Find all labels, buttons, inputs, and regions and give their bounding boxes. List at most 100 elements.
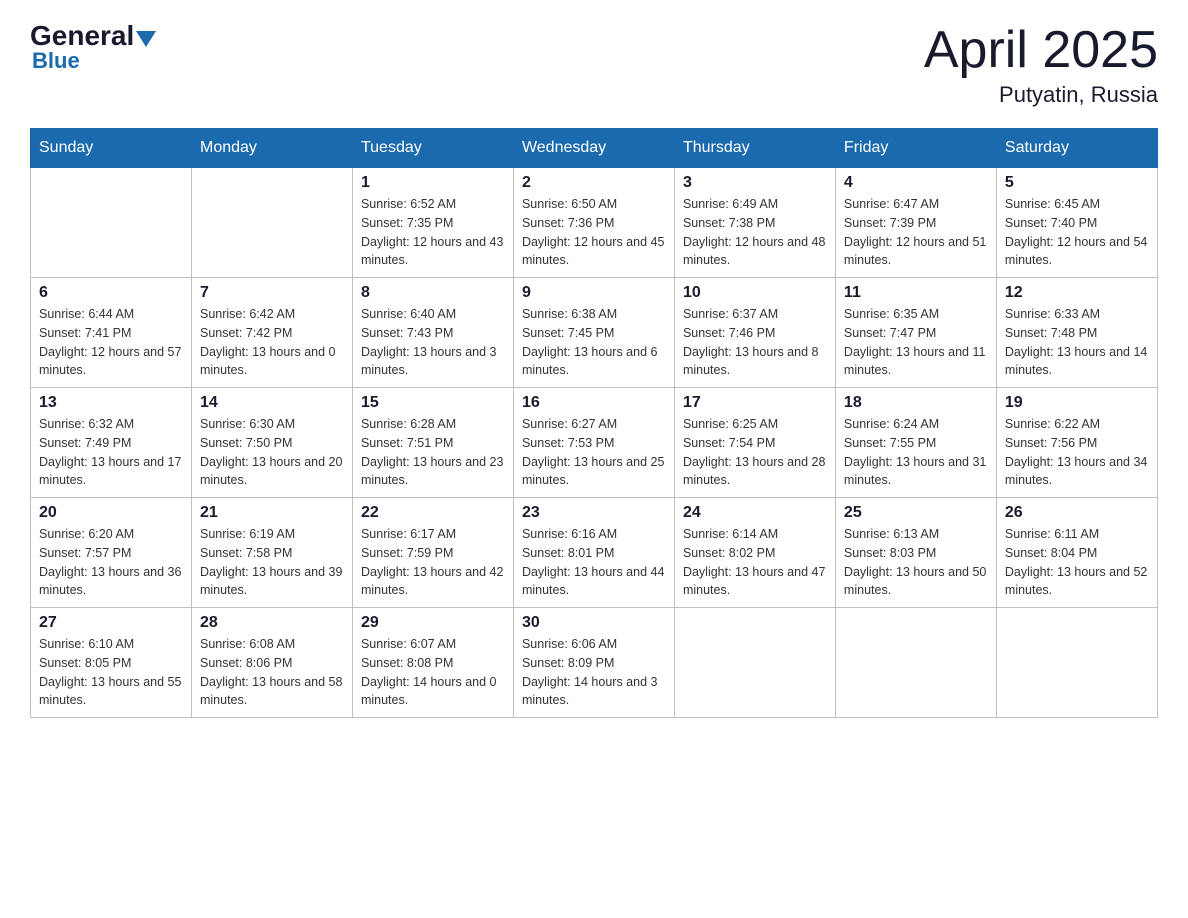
- logo-blue: Blue: [32, 48, 80, 74]
- day-info: Sunrise: 6:14 AMSunset: 8:02 PMDaylight:…: [683, 525, 827, 600]
- day-number: 3: [683, 174, 827, 192]
- day-number: 17: [683, 394, 827, 412]
- calendar-cell: 2Sunrise: 6:50 AMSunset: 7:36 PMDaylight…: [513, 168, 674, 278]
- calendar-cell: [674, 608, 835, 718]
- col-monday: Monday: [191, 129, 352, 168]
- day-info: Sunrise: 6:19 AMSunset: 7:58 PMDaylight:…: [200, 525, 344, 600]
- day-number: 23: [522, 504, 666, 522]
- calendar-week-row: 6Sunrise: 6:44 AMSunset: 7:41 PMDaylight…: [31, 278, 1158, 388]
- day-info: Sunrise: 6:45 AMSunset: 7:40 PMDaylight:…: [1005, 195, 1149, 270]
- day-info: Sunrise: 6:24 AMSunset: 7:55 PMDaylight:…: [844, 415, 988, 490]
- calendar-cell: 9 Sunrise: 6:38 AMSunset: 7:45 PMDaylight…: [513, 278, 674, 388]
- day-info: Sunrise: 6:38 AMSunset: 7:45 PMDaylight:…: [522, 305, 666, 380]
- calendar-cell: 22 Sunrise: 6:17 AMSunset: 7:59 PMDayligh…: [352, 498, 513, 608]
- day-number: 24: [683, 504, 827, 522]
- day-number: 11: [844, 284, 988, 302]
- day-number: 28: [200, 614, 344, 632]
- day-number: 22: [361, 504, 505, 522]
- calendar-cell: 16 Sunrise: 6:27 AMSunset: 7:53 PMDayligh…: [513, 388, 674, 498]
- calendar-cell: 4 Sunrise: 6:47 AMSunset: 7:39 PMDaylight…: [835, 168, 996, 278]
- calendar-cell: 18 Sunrise: 6:24 AMSunset: 7:55 PMDayligh…: [835, 388, 996, 498]
- logo-arrow-icon: [136, 31, 156, 47]
- logo: General Blue: [30, 20, 156, 74]
- day-number: 13: [39, 394, 183, 412]
- calendar-cell: 10Sunrise: 6:37 AMSunset: 7:46 PMDayligh…: [674, 278, 835, 388]
- calendar-cell: [996, 608, 1157, 718]
- location-subtitle: Putyatin, Russia: [924, 82, 1158, 108]
- calendar-cell: 20Sunrise: 6:20 AMSunset: 7:57 PMDayligh…: [31, 498, 192, 608]
- calendar-cell: 6Sunrise: 6:44 AMSunset: 7:41 PMDaylight…: [31, 278, 192, 388]
- day-info: Sunrise: 6:42 AMSunset: 7:42 PMDaylight:…: [200, 305, 344, 380]
- day-number: 2: [522, 174, 666, 192]
- day-number: 18: [844, 394, 988, 412]
- col-wednesday: Wednesday: [513, 129, 674, 168]
- day-info: Sunrise: 6:27 AMSunset: 7:53 PMDaylight:…: [522, 415, 666, 490]
- calendar-cell: 19 Sunrise: 6:22 AMSunset: 7:56 PMDayligh…: [996, 388, 1157, 498]
- calendar-cell: 21Sunrise: 6:19 AMSunset: 7:58 PMDayligh…: [191, 498, 352, 608]
- calendar-week-row: 27Sunrise: 6:10 AMSunset: 8:05 PMDayligh…: [31, 608, 1158, 718]
- day-number: 1: [361, 174, 505, 192]
- calendar-cell: 7 Sunrise: 6:42 AMSunset: 7:42 PMDaylight…: [191, 278, 352, 388]
- day-info: Sunrise: 6:28 AMSunset: 7:51 PMDaylight:…: [361, 415, 505, 490]
- day-info: Sunrise: 6:13 AMSunset: 8:03 PMDaylight:…: [844, 525, 988, 600]
- day-number: 4: [844, 174, 988, 192]
- calendar-cell: 17Sunrise: 6:25 AMSunset: 7:54 PMDayligh…: [674, 388, 835, 498]
- title-block: April 2025 Putyatin, Russia: [924, 20, 1158, 108]
- day-info: Sunrise: 6:22 AMSunset: 7:56 PMDaylight:…: [1005, 415, 1149, 490]
- calendar-cell: 3 Sunrise: 6:49 AMSunset: 7:38 PMDaylight…: [674, 168, 835, 278]
- day-info: Sunrise: 6:33 AMSunset: 7:48 PMDaylight:…: [1005, 305, 1149, 380]
- calendar-cell: 13 Sunrise: 6:32 AMSunset: 7:49 PMDayligh…: [31, 388, 192, 498]
- day-info: Sunrise: 6:08 AMSunset: 8:06 PMDaylight:…: [200, 635, 344, 710]
- day-info: Sunrise: 6:35 AMSunset: 7:47 PMDaylight:…: [844, 305, 988, 380]
- calendar-cell: 27Sunrise: 6:10 AMSunset: 8:05 PMDayligh…: [31, 608, 192, 718]
- day-info: Sunrise: 6:17 AMSunset: 7:59 PMDaylight:…: [361, 525, 505, 600]
- month-year-title: April 2025: [924, 20, 1158, 80]
- page-header: General Blue April 2025 Putyatin, Russia: [30, 20, 1158, 108]
- day-number: 19: [1005, 394, 1149, 412]
- day-number: 10: [683, 284, 827, 302]
- day-info: Sunrise: 6:49 AMSunset: 7:38 PMDaylight:…: [683, 195, 827, 270]
- calendar-cell: 25 Sunrise: 6:13 AMSunset: 8:03 PMDayligh…: [835, 498, 996, 608]
- day-number: 16: [522, 394, 666, 412]
- day-number: 29: [361, 614, 505, 632]
- calendar-header: Sunday Monday Tuesday Wednesday Thursday…: [31, 129, 1158, 168]
- col-sunday: Sunday: [31, 129, 192, 168]
- col-thursday: Thursday: [674, 129, 835, 168]
- calendar-cell: 26Sunrise: 6:11 AMSunset: 8:04 PMDayligh…: [996, 498, 1157, 608]
- col-friday: Friday: [835, 129, 996, 168]
- day-number: 25: [844, 504, 988, 522]
- calendar-week-row: 20Sunrise: 6:20 AMSunset: 7:57 PMDayligh…: [31, 498, 1158, 608]
- calendar-week-row: 1Sunrise: 6:52 AMSunset: 7:35 PMDaylight…: [31, 168, 1158, 278]
- day-info: Sunrise: 6:30 AMSunset: 7:50 PMDaylight:…: [200, 415, 344, 490]
- col-tuesday: Tuesday: [352, 129, 513, 168]
- calendar-cell: [31, 168, 192, 278]
- day-number: 8: [361, 284, 505, 302]
- day-number: 6: [39, 284, 183, 302]
- day-number: 20: [39, 504, 183, 522]
- day-number: 9: [522, 284, 666, 302]
- calendar-cell: [835, 608, 996, 718]
- day-number: 14: [200, 394, 344, 412]
- calendar-cell: 1Sunrise: 6:52 AMSunset: 7:35 PMDaylight…: [352, 168, 513, 278]
- day-number: 26: [1005, 504, 1149, 522]
- day-info: Sunrise: 6:07 AMSunset: 8:08 PMDaylight:…: [361, 635, 505, 710]
- calendar-cell: [191, 168, 352, 278]
- day-number: 5: [1005, 174, 1149, 192]
- day-info: Sunrise: 6:16 AMSunset: 8:01 PMDaylight:…: [522, 525, 666, 600]
- calendar-cell: 29 Sunrise: 6:07 AMSunset: 8:08 PMDayligh…: [352, 608, 513, 718]
- day-info: Sunrise: 6:40 AMSunset: 7:43 PMDaylight:…: [361, 305, 505, 380]
- day-info: Sunrise: 6:47 AMSunset: 7:39 PMDaylight:…: [844, 195, 988, 270]
- calendar-cell: 14 Sunrise: 6:30 AMSunset: 7:50 PMDayligh…: [191, 388, 352, 498]
- calendar-cell: 11 Sunrise: 6:35 AMSunset: 7:47 PMDayligh…: [835, 278, 996, 388]
- day-number: 7: [200, 284, 344, 302]
- day-number: 30: [522, 614, 666, 632]
- calendar-cell: 28 Sunrise: 6:08 AMSunset: 8:06 PMDayligh…: [191, 608, 352, 718]
- calendar-cell: 5 Sunrise: 6:45 AMSunset: 7:40 PMDaylight…: [996, 168, 1157, 278]
- day-info: Sunrise: 6:32 AMSunset: 7:49 PMDaylight:…: [39, 415, 183, 490]
- day-number: 15: [361, 394, 505, 412]
- day-number: 12: [1005, 284, 1149, 302]
- calendar-cell: 24 Sunrise: 6:14 AMSunset: 8:02 PMDayligh…: [674, 498, 835, 608]
- calendar-cell: 8 Sunrise: 6:40 AMSunset: 7:43 PMDaylight…: [352, 278, 513, 388]
- day-info: Sunrise: 6:10 AMSunset: 8:05 PMDaylight:…: [39, 635, 183, 710]
- calendar-cell: 23 Sunrise: 6:16 AMSunset: 8:01 PMDayligh…: [513, 498, 674, 608]
